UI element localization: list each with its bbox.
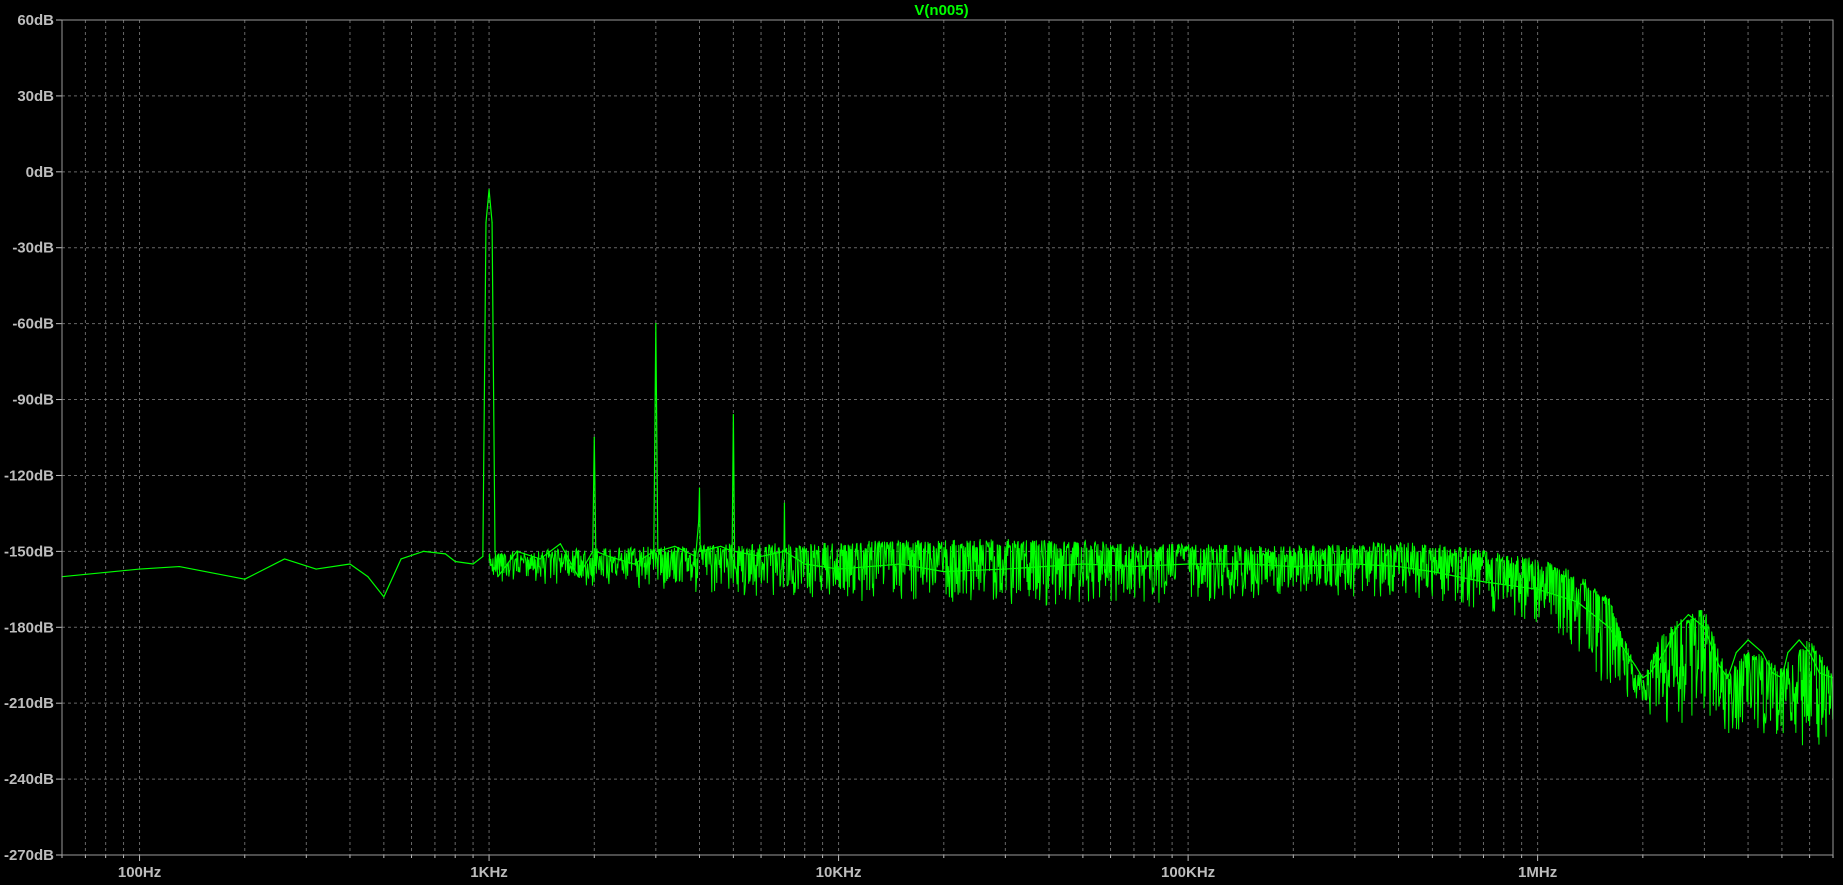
plot-background (0, 0, 1843, 885)
data-point (608, 555, 610, 558)
y-tick-label: -150dB (4, 543, 54, 560)
data-point (539, 558, 541, 560)
data-point (178, 565, 180, 568)
x-tick-label: 100Hz (118, 864, 161, 881)
data-point (592, 550, 594, 552)
data-point (494, 550, 496, 552)
data-point (1431, 571, 1434, 573)
data-point (1818, 672, 1820, 674)
data-point (695, 555, 697, 558)
y-tick-label: -210dB (4, 695, 54, 712)
y-tick-label: -60dB (12, 316, 54, 333)
data-point (1809, 651, 1811, 654)
y-tick-label: -270dB (4, 847, 54, 864)
data-point (1187, 563, 1189, 565)
x-tick-label: 1KHz (470, 864, 508, 881)
data-point (1663, 651, 1665, 654)
data-point (1634, 664, 1636, 666)
data-point (733, 550, 736, 552)
data-point (1249, 563, 1251, 565)
y-tick-label: 30dB (17, 88, 54, 105)
data-point (1787, 651, 1789, 654)
data-point (577, 576, 579, 578)
data-point (482, 555, 484, 558)
data-point (283, 558, 286, 560)
data-point (454, 560, 456, 563)
data-point (383, 596, 385, 598)
data-point (1354, 563, 1356, 565)
data-point (784, 550, 786, 552)
x-tick-label: 100KHz (1161, 864, 1215, 881)
data-point (783, 502, 786, 504)
data-point (1687, 614, 1689, 616)
data-point (138, 568, 141, 570)
data-point (488, 188, 490, 191)
data-point (516, 550, 518, 552)
y-tick-label: -90dB (12, 392, 54, 409)
data-point (1292, 565, 1294, 568)
data-point (485, 221, 487, 224)
data-point (423, 550, 425, 552)
data-point (349, 563, 351, 565)
data-point (559, 543, 562, 545)
data-point (760, 555, 762, 558)
data-point (653, 550, 655, 552)
data-point (943, 571, 945, 573)
data-point (1761, 651, 1764, 654)
y-tick-label: 0dB (26, 164, 55, 181)
data-point (1133, 565, 1135, 568)
data-point (698, 487, 701, 489)
data-point (1642, 677, 1644, 679)
data-point (720, 545, 722, 547)
data-point (1082, 563, 1084, 565)
data-point (1718, 664, 1720, 666)
data-point (732, 414, 734, 416)
data-point (1537, 588, 1539, 590)
data-point (1798, 639, 1800, 641)
trace-title[interactable]: V(n005) (914, 2, 968, 19)
data-point (1649, 672, 1651, 674)
data-point (1781, 677, 1783, 679)
data-point (674, 545, 676, 547)
data-point (1397, 565, 1400, 568)
data-point (444, 553, 446, 555)
x-tick-label: 1MHz (1518, 864, 1557, 881)
data-point (837, 568, 840, 570)
data-point (1608, 626, 1610, 628)
y-tick-label: 60dB (17, 12, 54, 29)
y-tick-label: -240dB (4, 771, 54, 788)
data-point (367, 576, 369, 578)
data-point (699, 550, 701, 552)
data-point (244, 578, 246, 580)
x-tick-label: 10KHz (816, 864, 862, 881)
data-point (804, 563, 806, 565)
data-point (633, 563, 635, 565)
data-point (1735, 651, 1737, 654)
data-point (1676, 626, 1678, 628)
data-point (593, 436, 595, 439)
data-point (400, 558, 402, 560)
y-tick-label: -30dB (12, 240, 54, 257)
data-point (731, 550, 733, 552)
y-tick-label: -120dB (4, 467, 54, 484)
data-point (491, 221, 493, 224)
data-point (1747, 639, 1749, 641)
fft-plot[interactable]: 100Hz 1KHz 10KHz 100KHz 1MHz 60dB 30dB 0dB -30d… (0, 0, 1843, 885)
data-point (595, 550, 597, 552)
data-point (655, 323, 657, 325)
data-point (315, 568, 317, 570)
data-point (1727, 677, 1729, 679)
data-point (698, 520, 700, 522)
data-point (1771, 672, 1774, 674)
data-point (472, 563, 474, 565)
data-point (1703, 626, 1705, 628)
data-point (1482, 581, 1485, 583)
data-point (1576, 601, 1579, 603)
data-point (657, 550, 659, 552)
data-point (1004, 568, 1006, 570)
data-point (497, 576, 499, 578)
data-point (899, 563, 901, 565)
y-tick-label: -180dB (4, 619, 54, 636)
